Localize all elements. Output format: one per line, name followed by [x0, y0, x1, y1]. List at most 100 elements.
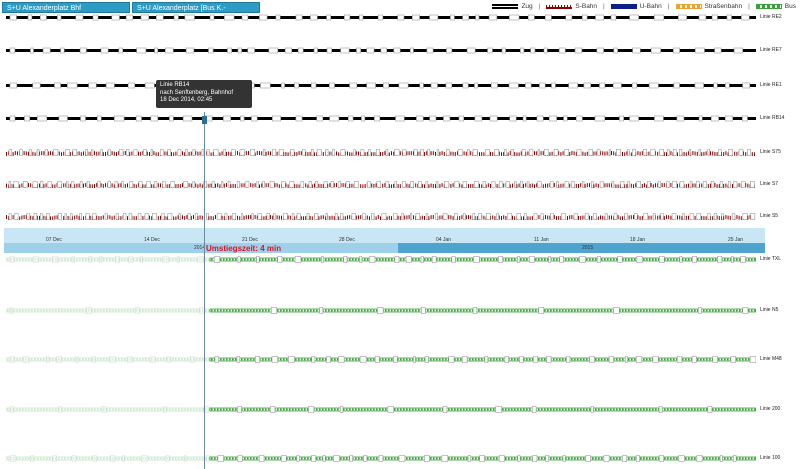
- departure-marker: [122, 213, 127, 220]
- departure-marker: [333, 455, 340, 462]
- departure-marker: [712, 356, 718, 363]
- departure-marker: [110, 455, 116, 462]
- departure-marker: [679, 181, 685, 188]
- departure-marker: [533, 213, 538, 220]
- departure-marker: [137, 213, 142, 220]
- departure-marker: [458, 115, 464, 122]
- departure-marker: [291, 213, 295, 220]
- departure-marker: [85, 213, 90, 220]
- time-axis[interactable]: 07 Dec 14 Dec 21 Dec 28 Dec 04 Jan 11 Ja…: [4, 228, 765, 253]
- departure-marker: [461, 356, 468, 363]
- track-txl[interactable]: [6, 256, 756, 263]
- departure-marker: [245, 181, 250, 188]
- departure-marker: [559, 256, 564, 263]
- tab-alexanderplatz-bhf[interactable]: S+U Alexanderplatz Bhf: [2, 2, 130, 13]
- departure-marker: [236, 356, 240, 363]
- departure-marker: [420, 149, 425, 156]
- departure-marker: [474, 115, 483, 122]
- departure-marker: [472, 149, 478, 156]
- track-200[interactable]: [6, 406, 756, 413]
- departure-marker: [97, 115, 102, 122]
- departure-marker: [553, 149, 559, 156]
- time-cursor[interactable]: [204, 112, 205, 469]
- track-n5[interactable]: [6, 307, 756, 314]
- departure-marker: [311, 149, 314, 156]
- departure-marker: [86, 181, 90, 188]
- track-s75[interactable]: [6, 149, 756, 156]
- departure-marker: [549, 181, 554, 188]
- track-re2[interactable]: [6, 14, 756, 21]
- departure-marker: [545, 14, 552, 21]
- departure-marker: [454, 213, 458, 220]
- track-rb14[interactable]: [6, 115, 756, 122]
- departure-marker: [611, 181, 615, 188]
- departure-marker: [698, 307, 702, 314]
- departure-marker: [548, 115, 557, 122]
- departure-marker: [575, 115, 583, 122]
- departure-marker: [523, 213, 527, 220]
- selected-departure-marker[interactable]: [202, 116, 207, 124]
- departure-marker: [613, 47, 618, 54]
- date-row: 07 Dec 14 Dec 21 Dec 28 Dec 04 Jan 11 Ja…: [4, 228, 765, 243]
- departure-marker: [8, 181, 12, 188]
- departure-marker: [445, 82, 453, 89]
- track-s7[interactable]: [6, 181, 756, 188]
- track-re7[interactable]: [6, 47, 756, 54]
- departure-marker: [659, 256, 665, 263]
- departure-marker: [326, 356, 331, 363]
- departure-marker: [398, 455, 406, 462]
- departure-marker: [277, 256, 283, 263]
- track-100[interactable]: [6, 455, 756, 462]
- departure-marker: [514, 181, 517, 188]
- departure-marker: [564, 181, 569, 188]
- departure-marker: [268, 47, 279, 54]
- departure-marker: [164, 47, 174, 54]
- departure-marker: [636, 455, 640, 462]
- departure-marker: [217, 455, 224, 462]
- departure-marker: [494, 149, 499, 156]
- departure-marker: [300, 181, 305, 188]
- line-label-rb14: Linie RB14: [760, 115, 785, 121]
- track-s5[interactable]: [6, 213, 756, 220]
- departure-marker: [353, 181, 359, 188]
- departure-marker: [599, 181, 604, 188]
- departure-marker: [194, 213, 198, 220]
- departure-marker: [337, 181, 341, 188]
- departure-marker: [9, 455, 17, 462]
- departure-marker: [75, 356, 79, 363]
- departure-marker: [627, 149, 630, 156]
- departure-marker: [154, 181, 158, 188]
- departure-marker: [441, 455, 449, 462]
- departure-marker: [643, 213, 648, 220]
- departure-marker: [118, 149, 124, 156]
- departure-marker: [107, 149, 111, 156]
- departure-marker: [565, 14, 573, 21]
- departure-marker: [435, 213, 438, 220]
- departure-marker: [402, 149, 407, 156]
- departure-marker: [295, 14, 303, 21]
- departure-marker: [556, 181, 559, 188]
- departure-marker: [393, 213, 398, 220]
- departure-marker: [527, 14, 535, 21]
- departure-marker: [323, 181, 328, 188]
- departure-marker: [247, 47, 255, 54]
- tab-alexanderplatz-bus[interactable]: S+U Alexanderplatz [Bus K.-Liebknecht-St…: [132, 2, 260, 23]
- departure-marker: [436, 149, 440, 156]
- year-row: 2014 2015: [4, 243, 765, 253]
- departure-marker: [231, 149, 236, 156]
- departure-marker: [236, 181, 240, 188]
- departure-marker: [85, 307, 92, 314]
- departure-marker: [654, 115, 664, 122]
- track-re1[interactable]: [6, 82, 756, 89]
- departure-marker: [616, 149, 621, 156]
- track-m48[interactable]: [6, 356, 756, 363]
- departure-marker: [619, 115, 624, 122]
- departure-marker: [446, 47, 453, 54]
- departure-marker: [548, 256, 552, 263]
- departure-marker: [308, 181, 312, 188]
- departure-marker: [144, 82, 155, 89]
- departure-marker: [256, 181, 259, 188]
- departure-marker: [14, 213, 19, 220]
- departure-marker: [9, 82, 18, 89]
- departure-marker: [462, 181, 467, 188]
